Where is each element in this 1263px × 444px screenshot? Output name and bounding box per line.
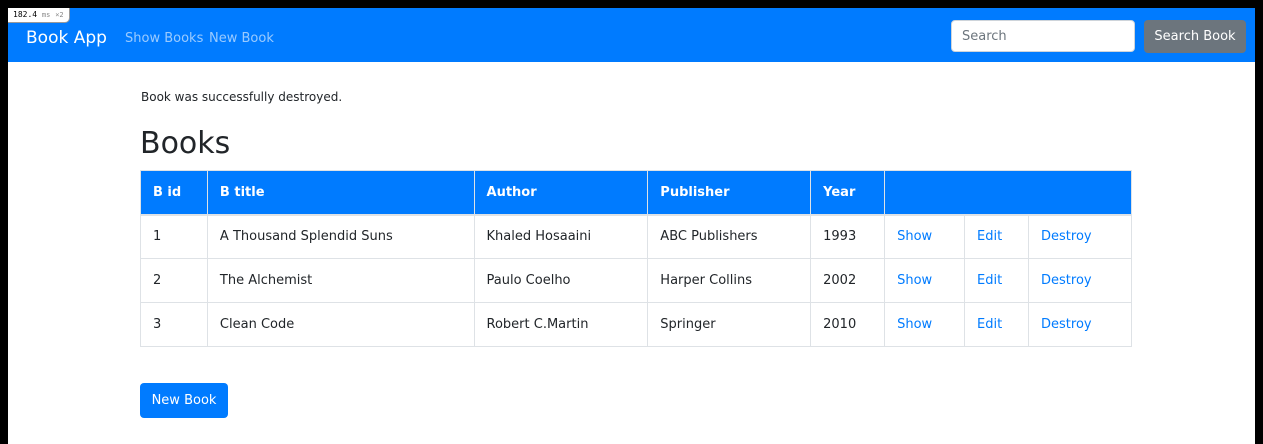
flash-notice: Book was successfully destroyed. [141, 90, 343, 104]
cell-destroy: Destroy [1028, 302, 1132, 347]
cell-title: Clean Code [206, 302, 475, 347]
cell-edit: Edit [964, 214, 1030, 259]
perf-scale: ×2 [55, 11, 64, 19]
cell-id: 3 [140, 302, 208, 347]
show-link[interactable]: Show [897, 273, 932, 288]
column-header-actions [884, 170, 1132, 216]
cell-title: The Alchemist [206, 258, 475, 303]
table-row: 1 A Thousand Splendid Suns Khaled Hosaai… [140, 214, 1132, 259]
destroy-link[interactable]: Destroy [1041, 229, 1092, 244]
cell-publisher: Springer [647, 302, 812, 347]
show-link[interactable]: Show [897, 317, 932, 332]
nav-link-new-book[interactable]: New Book [209, 30, 274, 48]
column-header-id: B id [140, 170, 208, 216]
cell-year: 1993 [810, 214, 886, 259]
cell-show: Show [884, 302, 966, 347]
cell-publisher: Harper Collins [647, 258, 812, 303]
app-window: Book App Show Books New Book Search Book… [8, 8, 1255, 444]
brand-link[interactable]: Book App [26, 26, 107, 50]
new-book-button[interactable]: New Book [140, 383, 228, 418]
perf-value: 182.4 [13, 10, 38, 19]
cell-author: Khaled Hosaaini [473, 214, 649, 259]
search-input[interactable] [951, 20, 1135, 52]
navbar: Book App Show Books New Book Search Book [8, 8, 1255, 62]
cell-edit: Edit [964, 258, 1030, 303]
column-header-publisher: Publisher [647, 170, 812, 216]
destroy-link[interactable]: Destroy [1041, 317, 1092, 332]
table-row: 3 Clean Code Robert C.Martin Springer 20… [140, 302, 1132, 347]
cell-publisher: ABC Publishers [647, 214, 812, 259]
cell-author: Robert C.Martin [473, 302, 649, 347]
perf-unit: ms [41, 11, 51, 19]
edit-link[interactable]: Edit [977, 317, 1002, 332]
cell-year: 2002 [810, 258, 886, 303]
cell-id: 2 [140, 258, 208, 303]
cell-destroy: Destroy [1028, 214, 1132, 259]
column-header-author: Author [473, 170, 649, 216]
destroy-link[interactable]: Destroy [1041, 273, 1092, 288]
cell-id: 1 [140, 214, 208, 259]
cell-show: Show [884, 214, 966, 259]
search-book-button[interactable]: Search Book [1144, 20, 1246, 53]
table-row: 2 The Alchemist Paulo Coelho Harper Coll… [140, 258, 1132, 303]
table-header-row: B id B title Author Publisher Year [140, 170, 1132, 216]
cell-destroy: Destroy [1028, 258, 1132, 303]
edit-link[interactable]: Edit [977, 273, 1002, 288]
books-table: B id B title Author Publisher Year 1 A T… [140, 170, 1132, 347]
edit-link[interactable]: Edit [977, 229, 1002, 244]
nav-link-show-books[interactable]: Show Books [125, 30, 203, 48]
column-header-year: Year [810, 170, 886, 216]
page-title: Books [140, 126, 231, 161]
cell-year: 2010 [810, 302, 886, 347]
column-header-title: B title [206, 170, 475, 216]
perf-overlay-badge: 182.4 ms ×2 [8, 8, 70, 23]
cell-title: A Thousand Splendid Suns [206, 214, 475, 259]
show-link[interactable]: Show [897, 229, 932, 244]
cell-edit: Edit [964, 302, 1030, 347]
cell-author: Paulo Coelho [473, 258, 649, 303]
cell-show: Show [884, 258, 966, 303]
